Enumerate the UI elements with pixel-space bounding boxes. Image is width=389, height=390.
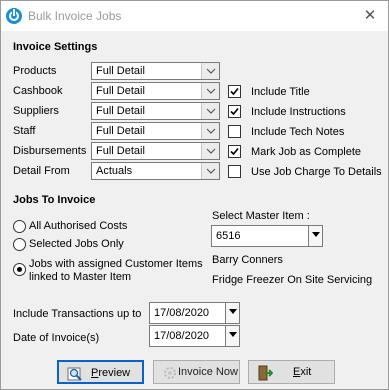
chevron-down-icon[interactable] bbox=[201, 63, 219, 79]
include-instructions-label: Include Instructions bbox=[251, 106, 346, 118]
process-icon bbox=[162, 365, 178, 381]
products-label: Products bbox=[13, 65, 57, 77]
exit-door-icon bbox=[257, 365, 274, 381]
include-title-label: Include Title bbox=[251, 86, 310, 98]
include-transactions-date-picker[interactable]: 17/08/2020 bbox=[149, 302, 240, 324]
all-authorised-costs-radio[interactable] bbox=[13, 220, 26, 233]
include-tech-notes-label: Include Tech Notes bbox=[251, 126, 345, 138]
use-job-charge-to-label: Use Job Charge To Details bbox=[251, 166, 382, 178]
include-transactions-label: Include Transactions up to bbox=[13, 308, 142, 320]
bulk-invoice-jobs-window: Bulk Invoice Jobs ✕ Invoice Settings Pro… bbox=[0, 0, 389, 390]
exit-button[interactable]: Exit bbox=[248, 360, 335, 384]
chevron-down-icon[interactable] bbox=[201, 123, 219, 139]
suppliers-label: Suppliers bbox=[13, 105, 59, 117]
master-item-customer: Barry Conners bbox=[212, 254, 283, 266]
mark-job-complete-label: Mark Job as Complete bbox=[251, 146, 362, 158]
include-tech-notes-checkbox[interactable] bbox=[228, 125, 241, 138]
mark-job-complete-checkbox[interactable] bbox=[228, 145, 241, 158]
cashbook-select[interactable]: Full Detail bbox=[91, 82, 220, 100]
invoice-now-button[interactable]: Invoice Now bbox=[153, 360, 240, 384]
preview-button-label: Preview bbox=[91, 367, 131, 379]
power-app-icon bbox=[6, 8, 22, 24]
products-select[interactable]: Full Detail bbox=[91, 62, 220, 80]
preview-button[interactable]: Preview bbox=[57, 360, 144, 384]
invoice-date-value: 17/08/2020 bbox=[154, 330, 210, 342]
master-item-select[interactable]: 6516 bbox=[211, 225, 323, 247]
detail-from-value: Actuals bbox=[96, 165, 133, 177]
cashbook-label: Cashbook bbox=[13, 85, 63, 97]
jobs-with-customer-items-radio[interactable] bbox=[13, 263, 26, 276]
master-item-value: 6516 bbox=[216, 230, 241, 242]
invoice-date-label: Date of Invoice(s) bbox=[13, 332, 100, 344]
chevron-down-icon[interactable] bbox=[201, 103, 219, 119]
use-job-charge-to-checkbox[interactable] bbox=[228, 165, 241, 178]
disbursements-value: Full Detail bbox=[96, 145, 145, 157]
title-bar[interactable]: Bulk Invoice Jobs ✕ bbox=[1, 1, 388, 31]
jobs-to-invoice-heading: Jobs To Invoice bbox=[13, 194, 96, 206]
select-master-item-label: Select Master Item : bbox=[212, 210, 310, 222]
disbursements-label: Disbursements bbox=[13, 145, 87, 157]
suppliers-value: Full Detail bbox=[96, 105, 145, 117]
magnifier-icon bbox=[67, 366, 83, 382]
suppliers-select[interactable]: Full Detail bbox=[91, 102, 220, 120]
triangle-down-icon[interactable] bbox=[225, 303, 239, 323]
include-transactions-value: 17/08/2020 bbox=[154, 307, 210, 319]
chevron-down-icon[interactable] bbox=[201, 163, 219, 179]
jobs-with-customer-items-label-line2: linked to Master Item bbox=[29, 271, 132, 283]
include-title-checkbox[interactable] bbox=[228, 85, 241, 98]
detail-from-select[interactable]: Actuals bbox=[91, 162, 220, 180]
triangle-down-icon[interactable] bbox=[308, 226, 322, 246]
invoice-date-picker[interactable]: 17/08/2020 bbox=[149, 325, 240, 347]
selected-jobs-only-label: Selected Jobs Only bbox=[29, 238, 124, 250]
products-value: Full Detail bbox=[96, 65, 145, 77]
staff-select[interactable]: Full Detail bbox=[91, 122, 220, 140]
close-button[interactable]: ✕ bbox=[360, 8, 380, 24]
master-item-description: Fridge Freezer On Site Servicing bbox=[212, 274, 373, 286]
staff-label: Staff bbox=[13, 125, 36, 137]
triangle-down-icon[interactable] bbox=[225, 326, 239, 346]
invoice-now-button-label: Invoice Now bbox=[178, 366, 238, 378]
staff-value: Full Detail bbox=[96, 125, 145, 137]
disbursements-select[interactable]: Full Detail bbox=[91, 142, 220, 160]
detail-from-label: Detail From bbox=[13, 165, 70, 177]
chevron-down-icon[interactable] bbox=[201, 143, 219, 159]
chevron-down-icon[interactable] bbox=[201, 83, 219, 99]
invoice-settings-heading: Invoice Settings bbox=[13, 41, 98, 53]
exit-button-label: Exit bbox=[293, 366, 312, 378]
selected-jobs-only-radio[interactable] bbox=[13, 238, 26, 251]
all-authorised-costs-label: All Authorised Costs bbox=[29, 220, 128, 232]
include-instructions-checkbox[interactable] bbox=[228, 105, 241, 118]
cashbook-value: Full Detail bbox=[96, 85, 145, 97]
jobs-with-customer-items-label-line1: Jobs with assigned Customer Items bbox=[29, 258, 203, 270]
window-title: Bulk Invoice Jobs bbox=[28, 9, 122, 23]
